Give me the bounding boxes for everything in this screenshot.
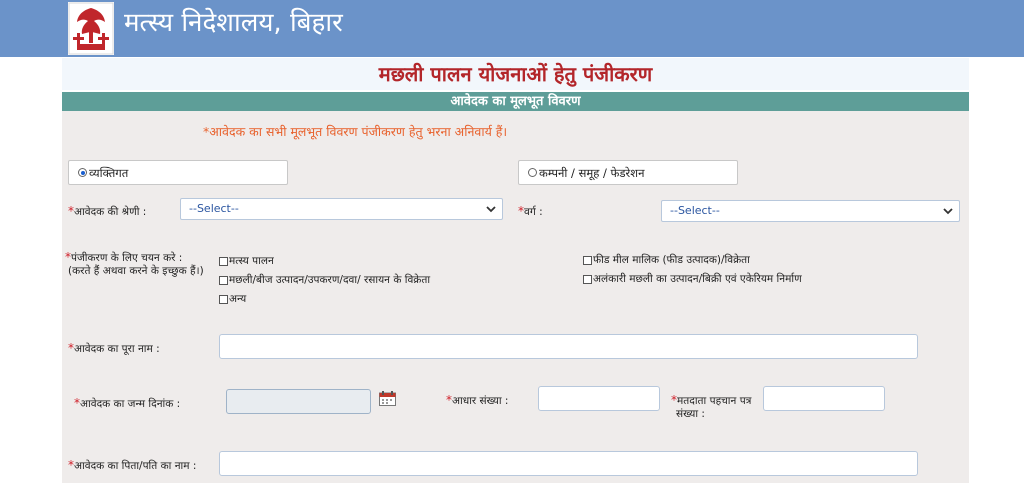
checkbox[interactable] [219, 294, 228, 304]
checkbox-label: फीड मील मालिक (फीड उत्पादक)/विक्रेता [593, 254, 750, 266]
father-name-input[interactable] [219, 451, 918, 476]
radio-company-label: कम्पनी / समूह / फेडरेशन [539, 166, 645, 180]
voter-id-label: *मतदाता पहचान पत्र [671, 393, 752, 407]
dob-label: *आवेदक का जन्म दिनांक : [74, 396, 181, 410]
category-label: *आवेदक की श्रेणी : [68, 204, 147, 218]
radio-company[interactable]: कम्पनी / समूह / फेडरेशन [518, 160, 738, 185]
section-title: आवेदक का मूलभूत विवरण [450, 94, 581, 109]
checkbox-ornamental-fish[interactable]: अलंकारी मछली का उत्पादन/बिक्री एवं एकेरि… [583, 272, 802, 286]
section-header: आवेदक का मूलभूत विवरण [62, 92, 969, 111]
category-select-value: --Select-- [189, 202, 239, 215]
checkbox[interactable] [583, 255, 592, 265]
registration-choice-sublabel: (करते हैं अथवा करने के इच्छुक हैं।) [68, 265, 204, 277]
aadhaar-input[interactable] [538, 386, 660, 411]
site-title: मत्स्य निदेशालय, बिहार [124, 8, 343, 38]
aadhaar-label: *आधार संख्या : [446, 393, 509, 407]
checkbox[interactable] [583, 274, 592, 284]
checkbox-label: मत्स्य पालन [229, 255, 274, 267]
radio-button[interactable] [528, 168, 537, 177]
voter-id-input[interactable] [763, 386, 885, 411]
radio-individual[interactable]: व्यक्तिगत [68, 160, 288, 185]
checkbox[interactable] [219, 275, 228, 285]
chevron-down-icon [486, 206, 496, 213]
radio-individual-label: व्यक्तिगत [89, 166, 129, 180]
category-select[interactable]: --Select-- [180, 198, 503, 220]
voter-id-label-line2: संख्या : [676, 408, 705, 420]
checkbox-label: अलंकारी मछली का उत्पादन/बिक्री एवं एकेरि… [593, 273, 802, 285]
father-name-label: *आवेदक का पिता/पति का नाम : [68, 458, 197, 472]
dob-input[interactable] [226, 389, 371, 414]
site-header: मत्स्य निदेशालय, बिहार [0, 0, 1024, 57]
chevron-down-icon [943, 208, 953, 215]
checkbox[interactable] [219, 256, 228, 266]
registration-choice-label: *पंजीकरण के लिए चयन करे : [65, 250, 183, 264]
checkbox-other[interactable]: अन्य [219, 292, 246, 306]
checkbox-feed-mill[interactable]: फीड मील मालिक (फीड उत्पादक)/विक्रेता [583, 253, 750, 267]
page-title: मछली पालन योजनाओं हेतु पंजीकरण [378, 62, 653, 86]
bihar-emblem-icon [68, 2, 114, 55]
page-title-band: मछली पालन योजनाओं हेतु पंजीकरण [62, 58, 969, 90]
class-select[interactable]: --Select-- [661, 200, 960, 222]
checkbox-seller[interactable]: मछली/बीज उत्पादन/उपकरण/दवा/ रसायन के विक… [219, 273, 430, 287]
checkbox-label: मछली/बीज उत्पादन/उपकरण/दवा/ रसायन के विक… [229, 274, 431, 286]
class-select-value: --Select-- [670, 204, 720, 217]
full-name-input[interactable] [219, 334, 918, 359]
mandatory-notice: *आवेदक का सभी मूलभूत विवरण पंजीकरण हेतु … [203, 124, 508, 139]
class-label: *वर्ग : [518, 204, 543, 218]
checkbox-fish-farming[interactable]: मत्स्य पालन [219, 254, 274, 268]
checkbox-label: अन्य [229, 293, 247, 305]
full-name-label: *आवेदक का पूरा नाम : [68, 341, 160, 355]
radio-button[interactable] [78, 168, 87, 177]
calendar-icon[interactable] [379, 391, 396, 406]
